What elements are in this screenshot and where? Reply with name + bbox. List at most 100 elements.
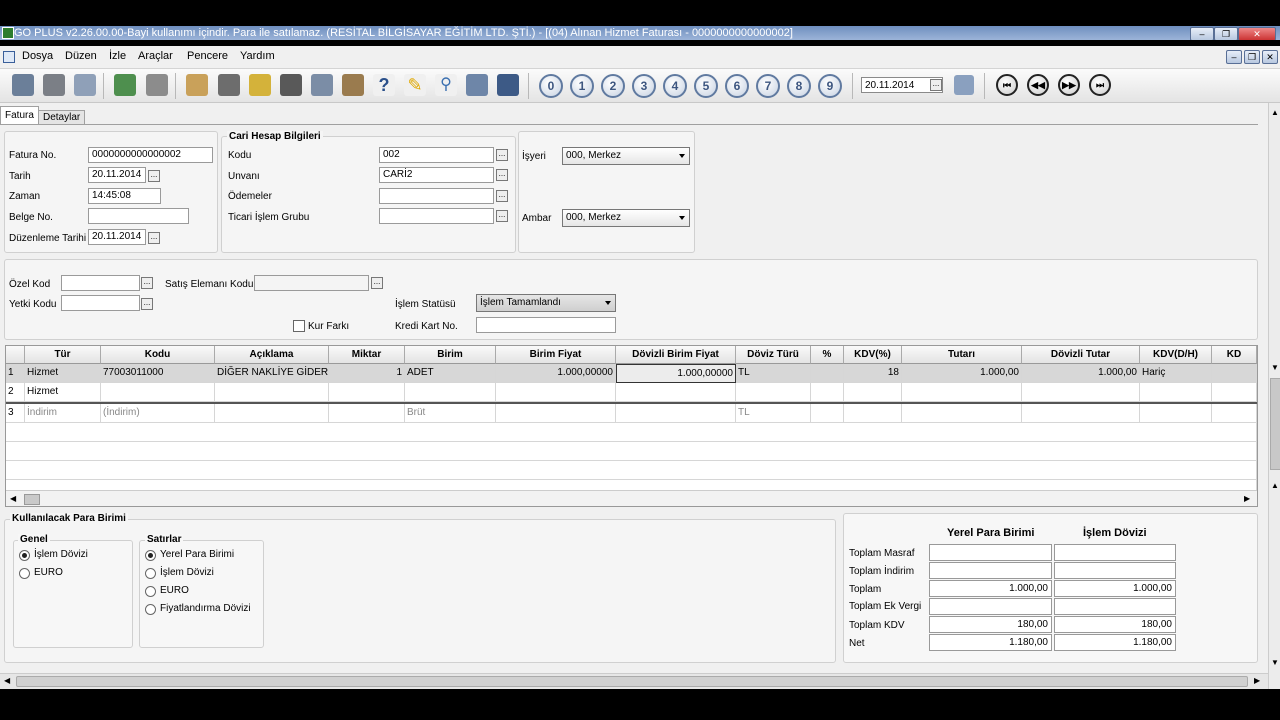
cell-birim-fiyat[interactable]	[496, 383, 616, 402]
cell-tutar[interactable]: 1.000,00	[902, 364, 1022, 383]
mdi-close-button[interactable]: ✕	[1262, 50, 1278, 64]
cell-kdv-dh[interactable]	[1140, 383, 1212, 402]
cell-aciklama[interactable]	[215, 383, 329, 402]
scroll-down-icon[interactable]: ▼	[1271, 658, 1279, 667]
tarih-input[interactable]: 20.11.2014	[88, 167, 146, 183]
col-header-doviz-turu[interactable]: Döviz Türü	[736, 346, 811, 364]
cell-dovizli-birim-fiyat[interactable]: 1.000,00000	[616, 364, 736, 383]
shortcut-2-button[interactable]: 2	[601, 74, 625, 98]
first-record-button[interactable]: ⏮	[996, 74, 1018, 96]
belge-no-input[interactable]	[88, 208, 189, 224]
col-header-kd[interactable]: KD	[1212, 346, 1257, 364]
duzenleme-tarihi-picker-button[interactable]: ...	[148, 232, 160, 244]
cari-unvan-input[interactable]: CARİ2	[379, 167, 494, 183]
table-row[interactable]	[6, 442, 1257, 461]
shortcut-4-button[interactable]: 4	[663, 74, 687, 98]
cell-kdv[interactable]	[844, 404, 902, 423]
satirlar-euro-radio[interactable]	[145, 586, 156, 597]
cell-kd[interactable]	[1212, 383, 1257, 402]
cell-doviz-turu[interactable]	[736, 383, 811, 402]
col-header-kdv-dh[interactable]: KDV(D/H)	[1140, 346, 1212, 364]
mdi-restore-button[interactable]: ❐	[1244, 50, 1260, 64]
genel-euro-radio[interactable]	[19, 568, 30, 579]
cell-tur[interactable]: Hizmet	[25, 364, 101, 383]
mdi-minimize-button[interactable]: –	[1226, 50, 1242, 64]
odemeler-input[interactable]	[379, 188, 494, 204]
person-icon[interactable]	[218, 74, 240, 96]
odemeler-lookup-button[interactable]: ...	[496, 190, 508, 202]
ozel-kod-lookup-button[interactable]: ...	[141, 277, 153, 289]
scroll-down-icon[interactable]: ▼	[1271, 363, 1279, 372]
col-header-dovizli-tutar[interactable]: Dövizli Tutar	[1022, 346, 1140, 364]
close-button[interactable]: ✕	[1238, 27, 1276, 40]
satirlar-yerel-radio[interactable]	[145, 550, 156, 561]
cell-birim[interactable]	[405, 383, 496, 402]
shortcut-5-button[interactable]: 5	[694, 74, 718, 98]
cell-kodu[interactable]: 77003011000	[101, 364, 215, 383]
minimize-button[interactable]: –	[1190, 27, 1214, 40]
menu-yardim[interactable]: Yardım	[240, 50, 275, 62]
menu-duzen[interactable]: Düzen	[65, 50, 97, 62]
tarih-picker-button[interactable]: ...	[148, 170, 160, 182]
menu-pencere[interactable]: Pencere	[187, 50, 228, 62]
duzenleme-tarihi-input[interactable]: 20.11.2014	[88, 229, 146, 245]
col-header-birim[interactable]: Birim	[405, 346, 496, 364]
cell-kdv-dh[interactable]	[1140, 404, 1212, 423]
genel-islem-dovizi-radio[interactable]	[19, 550, 30, 561]
cell-birim[interactable]: Brüt	[405, 404, 496, 423]
factory-icon[interactable]	[43, 74, 65, 96]
cell-yuzde[interactable]	[811, 383, 844, 402]
isyeri-select[interactable]: 000, Merkez	[562, 147, 690, 165]
menu-araclar[interactable]: Araçlar	[138, 50, 173, 62]
shortcut-9-button[interactable]: 9	[818, 74, 842, 98]
cell-dovizli-tutar[interactable]	[1022, 404, 1140, 423]
fatura-no-input[interactable]: 0000000000000002	[88, 147, 213, 163]
shortcut-3-button[interactable]: 3	[632, 74, 656, 98]
ticari-islem-grubu-input[interactable]	[379, 208, 494, 224]
shortcut-7-button[interactable]: 7	[756, 74, 780, 98]
col-header-miktar[interactable]: Miktar	[329, 346, 405, 364]
last-record-button[interactable]: ⏭	[1089, 74, 1111, 96]
clipboard-icon[interactable]	[186, 74, 208, 96]
search-icon[interactable]: ⚲	[435, 74, 457, 96]
cell-kdv[interactable]: 18	[844, 364, 902, 383]
cell-dovizli-tutar[interactable]	[1022, 383, 1140, 402]
user-card-icon[interactable]	[466, 74, 488, 96]
satis-elemani-kodu-input[interactable]	[254, 275, 369, 291]
scroll-up-icon[interactable]: ▲	[1271, 481, 1279, 490]
col-header-tutar[interactable]: Tutarı	[902, 346, 1022, 364]
table-row[interactable]	[6, 461, 1257, 480]
cell-tur[interactable]: İndirim	[25, 404, 101, 423]
tab-fatura[interactable]: Fatura	[0, 106, 39, 124]
cell-kodu[interactable]: (İndirim)	[101, 404, 215, 423]
cell-kdv-dh[interactable]: Hariç	[1140, 364, 1212, 383]
shortcut-6-button[interactable]: 6	[725, 74, 749, 98]
help-icon[interactable]: ?	[373, 74, 395, 96]
scroll-right-icon[interactable]: ▶	[1244, 494, 1250, 503]
cell-aciklama[interactable]	[215, 404, 329, 423]
wrench-icon[interactable]	[342, 74, 364, 96]
yetki-kodu-lookup-button[interactable]: ...	[141, 298, 153, 310]
vertical-scrollbar[interactable]: ▲ ▼ ▲ ▼	[1268, 103, 1280, 689]
vertical-scroll-thumb[interactable]	[1270, 378, 1280, 470]
toolbar-date-picker-button[interactable]: ...	[930, 79, 942, 91]
shortcut-1-button[interactable]: 1	[570, 74, 594, 98]
cell-yuzde[interactable]	[811, 404, 844, 423]
tag-icon[interactable]	[280, 74, 302, 96]
cell-kd[interactable]	[1212, 404, 1257, 423]
cari-kodu-input[interactable]: 002	[379, 147, 494, 163]
islem-statusu-select[interactable]: İşlem Tamamlandı	[476, 294, 616, 312]
shortcut-0-button[interactable]: 0	[539, 74, 563, 98]
cell-dovizli-birim-fiyat[interactable]	[616, 383, 736, 402]
ambar-select[interactable]: 000, Merkez	[562, 209, 690, 227]
cell-tutar[interactable]	[902, 404, 1022, 423]
shortcut-8-button[interactable]: 8	[787, 74, 811, 98]
cari-kodu-lookup-button[interactable]: ...	[496, 149, 508, 161]
kredi-kart-no-input[interactable]	[476, 317, 616, 333]
scroll-left-icon[interactable]: ◀	[4, 676, 10, 685]
scroll-right-icon[interactable]: ▶	[1254, 676, 1260, 685]
col-header-aciklama[interactable]: Açıklama	[215, 346, 329, 364]
yetki-kodu-input[interactable]	[61, 295, 140, 311]
calculator-icon[interactable]	[146, 74, 168, 96]
ozel-kod-input[interactable]	[61, 275, 140, 291]
